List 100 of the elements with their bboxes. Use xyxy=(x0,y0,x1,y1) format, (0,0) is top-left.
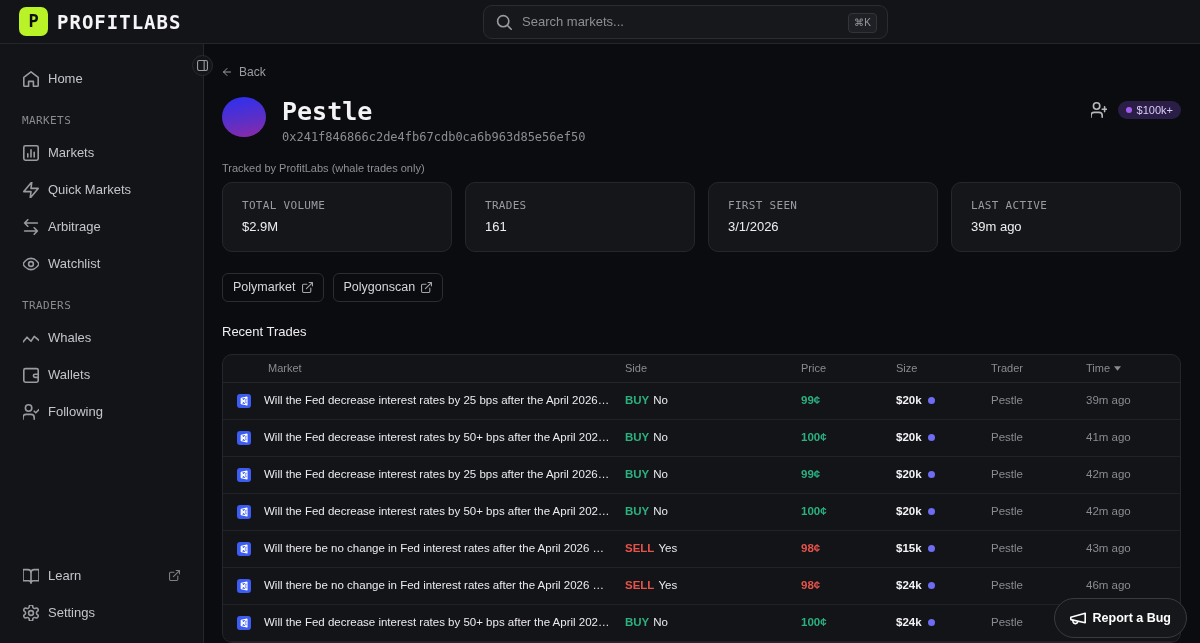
trader-name[interactable]: Pestle xyxy=(991,578,1023,591)
trader-name[interactable]: Pestle xyxy=(991,393,1023,406)
stat-value: 39m ago xyxy=(971,219,1023,235)
stat-label: TOTAL VOLUME xyxy=(242,199,327,213)
trade-price: 98¢ xyxy=(801,541,821,554)
trade-time: 42m ago xyxy=(1086,467,1131,480)
avatar-icon xyxy=(222,97,266,137)
column-header[interactable]: Size xyxy=(896,360,918,377)
stat-label: TRADES xyxy=(485,199,528,213)
column-header[interactable]: Price xyxy=(801,360,827,377)
nav-link[interactable]: Following xyxy=(12,393,191,430)
follow-button[interactable] xyxy=(1090,102,1107,118)
size-dot-icon xyxy=(927,582,935,590)
market-name[interactable]: Will the Fed decrease interest rates by 50+ bps after the April 202… xyxy=(264,502,610,521)
logo-mark[interactable]: P xyxy=(19,7,48,36)
trader-title: Pestle xyxy=(282,97,374,127)
section-heading: TRADERS xyxy=(21,299,73,313)
back-link[interactable]: Back xyxy=(222,64,266,80)
trader-name[interactable]: Pestle xyxy=(991,541,1023,554)
report-bug-button[interactable]: Report a Bug xyxy=(1053,598,1187,638)
market-icon xyxy=(237,393,251,408)
trader-name[interactable]: Pestle xyxy=(991,615,1023,628)
column-header[interactable]: Side xyxy=(625,360,648,377)
external-link-button[interactable]: Polymarket xyxy=(222,273,324,302)
size-dot-icon xyxy=(927,397,935,405)
market-name[interactable]: Will the Fed decrease interest rates by 25 bps after the April 2026… xyxy=(264,391,610,410)
trade-size: $20k xyxy=(896,430,922,443)
trade-action: BUY xyxy=(625,467,650,480)
trade-time: 43m ago xyxy=(1086,541,1131,554)
trade-price: 98¢ xyxy=(801,578,821,591)
trade-action: BUY xyxy=(625,393,650,406)
market-name[interactable]: Will there be no change in Fed interest rates after the April 2026 … xyxy=(264,539,605,558)
trade-price: 99¢ xyxy=(801,467,821,480)
nav-link[interactable]: Quick Markets xyxy=(12,171,191,208)
nav-link[interactable]: Arbitrage xyxy=(12,208,191,245)
section-title: Recent Trades xyxy=(222,323,308,341)
trade-outcome: No xyxy=(653,504,668,517)
column-header[interactable]: Market xyxy=(268,360,302,377)
stat-value: 161 xyxy=(485,219,508,235)
trade-time: 42m ago xyxy=(1086,504,1131,517)
trade-size: $20k xyxy=(896,504,922,517)
nav-link[interactable]: Home xyxy=(12,60,191,97)
trader-name[interactable]: Pestle xyxy=(991,430,1023,443)
panel-icon xyxy=(197,60,208,71)
trade-action: SELL xyxy=(625,578,655,591)
size-dot-icon xyxy=(927,619,935,627)
trade-time: 41m ago xyxy=(1086,430,1131,443)
trade-size: $24k xyxy=(896,578,922,591)
nav-link[interactable]: Watchlist xyxy=(12,245,191,282)
column-header[interactable]: Trader xyxy=(991,360,1023,377)
stat-label: LAST ACTIVE xyxy=(971,199,1049,213)
size-dot-icon xyxy=(927,508,935,516)
market-name[interactable]: Will the Fed decrease interest rates by 25 bps after the April 2026… xyxy=(264,465,610,484)
market-icon xyxy=(237,615,251,630)
bar-chart-icon xyxy=(23,144,39,161)
market-icon xyxy=(237,578,251,593)
trade-outcome: No xyxy=(653,467,668,480)
settings-icon xyxy=(23,604,39,621)
market-name[interactable]: Will there be no change in Fed interest rates after the April 2026 … xyxy=(264,576,605,595)
trade-action: BUY xyxy=(625,504,650,517)
trade-outcome: Yes xyxy=(658,541,678,554)
tier-label: $100k+ xyxy=(1136,103,1173,117)
trade-price: 100¢ xyxy=(801,430,827,443)
trade-time: 46m ago xyxy=(1086,578,1131,591)
wallet-icon xyxy=(23,366,39,383)
trader-name[interactable]: Pestle xyxy=(991,504,1023,517)
trader-name[interactable]: Pestle xyxy=(991,467,1023,480)
size-dot-icon xyxy=(927,545,935,553)
nav-link[interactable]: Wallets xyxy=(12,356,191,393)
megaphone-icon xyxy=(1069,610,1086,626)
nav-link[interactable]: Settings xyxy=(12,594,191,631)
market-icon xyxy=(237,504,251,519)
column-header[interactable]: Time xyxy=(1086,360,1122,377)
brand-name: PROFITLABS xyxy=(57,10,182,33)
sort-caret-icon xyxy=(1114,365,1122,371)
market-icon xyxy=(237,541,251,556)
trade-outcome: No xyxy=(653,615,668,628)
search-icon xyxy=(496,13,512,30)
eye-icon xyxy=(23,255,39,272)
trade-price: 100¢ xyxy=(801,615,827,628)
user-plus-icon xyxy=(1090,102,1107,118)
book-icon xyxy=(23,567,39,584)
external-link-icon xyxy=(301,282,313,293)
stat-value: 3/1/2026 xyxy=(728,219,780,235)
market-name[interactable]: Will the Fed decrease interest rates by 50+ bps after the April 202… xyxy=(264,428,610,447)
trade-size: $15k xyxy=(896,541,922,554)
nav-link[interactable]: Whales xyxy=(12,319,191,356)
trade-action: SELL xyxy=(625,541,655,554)
market-name[interactable]: Will the Fed decrease interest rates by 50+ bps after the April 202… xyxy=(264,613,610,632)
nav-link[interactable]: Markets xyxy=(12,134,191,171)
market-icon xyxy=(237,430,251,445)
external-link-button[interactable]: Polygonscan xyxy=(332,273,444,302)
external-link-icon xyxy=(169,570,180,581)
market-icon xyxy=(237,467,251,482)
section-heading: MARKETS xyxy=(21,114,73,128)
trade-price: 99¢ xyxy=(801,393,821,406)
trade-size: $20k xyxy=(896,393,922,406)
size-dot-icon xyxy=(927,434,935,442)
nav-link[interactable]: Learn xyxy=(12,557,191,594)
trade-size: $24k xyxy=(896,615,922,628)
